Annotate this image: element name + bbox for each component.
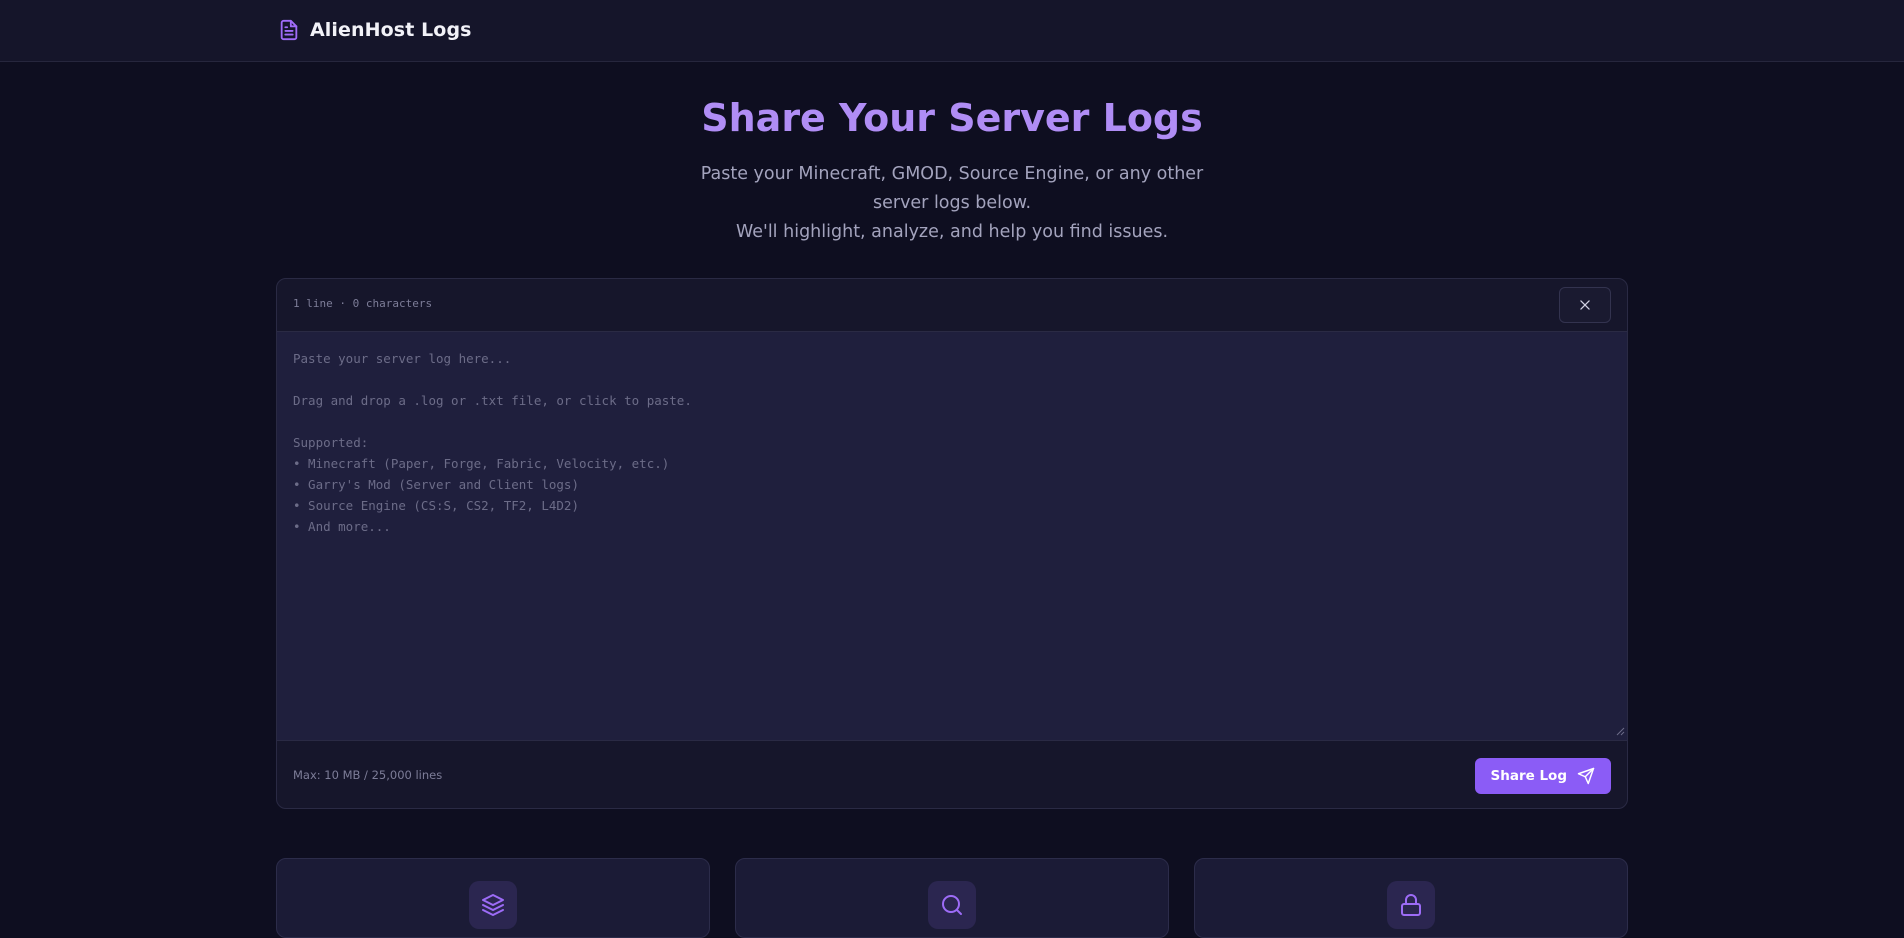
search-icon	[942, 895, 962, 915]
brand-link[interactable]: AlienHost Logs	[278, 16, 472, 44]
feature-card-analysis	[735, 858, 1169, 938]
page-title: Share Your Server Logs	[701, 96, 1203, 140]
subtitle-line-2: We'll highlight, analyze, and help you f…	[735, 222, 1169, 242]
close-icon	[1580, 300, 1590, 310]
size-limit-note: Max: 10 MB / 25,000 lines	[293, 768, 443, 782]
top-navbar: AlienHost Logs	[0, 0, 1904, 62]
lock-icon	[1401, 894, 1421, 916]
subtitle-line-1: Paste your Minecraft, GMOD, Source Engin…	[700, 164, 1204, 213]
editor-header: 1 line · 0 characters	[277, 279, 1627, 332]
feature-icon-box	[928, 881, 976, 929]
share-log-label: Share Log	[1490, 768, 1568, 784]
log-input[interactable]	[277, 332, 1627, 740]
share-log-button[interactable]: Share Log	[1474, 758, 1611, 794]
editor-footer: Max: 10 MB / 25,000 lines Share Log	[277, 740, 1627, 808]
line-char-count: 1 line · 0 characters	[293, 297, 433, 310]
resize-handle[interactable]	[1615, 726, 1625, 736]
send-icon	[1577, 767, 1595, 785]
brand-name: AlienHost Logs	[310, 19, 472, 41]
feature-card-privacy	[1194, 858, 1628, 938]
page-subtitle: Paste your Minecraft, GMOD, Source Engin…	[672, 160, 1232, 247]
document-icon	[280, 19, 298, 41]
feature-card-highlighting	[276, 858, 710, 938]
layers-icon	[482, 894, 504, 916]
log-editor-panel: 1 line · 0 characters Max: 10 MB / 25,00…	[276, 278, 1628, 809]
feature-icon-box	[469, 881, 517, 929]
clear-button[interactable]	[1559, 287, 1611, 323]
feature-icon-box	[1387, 881, 1435, 929]
